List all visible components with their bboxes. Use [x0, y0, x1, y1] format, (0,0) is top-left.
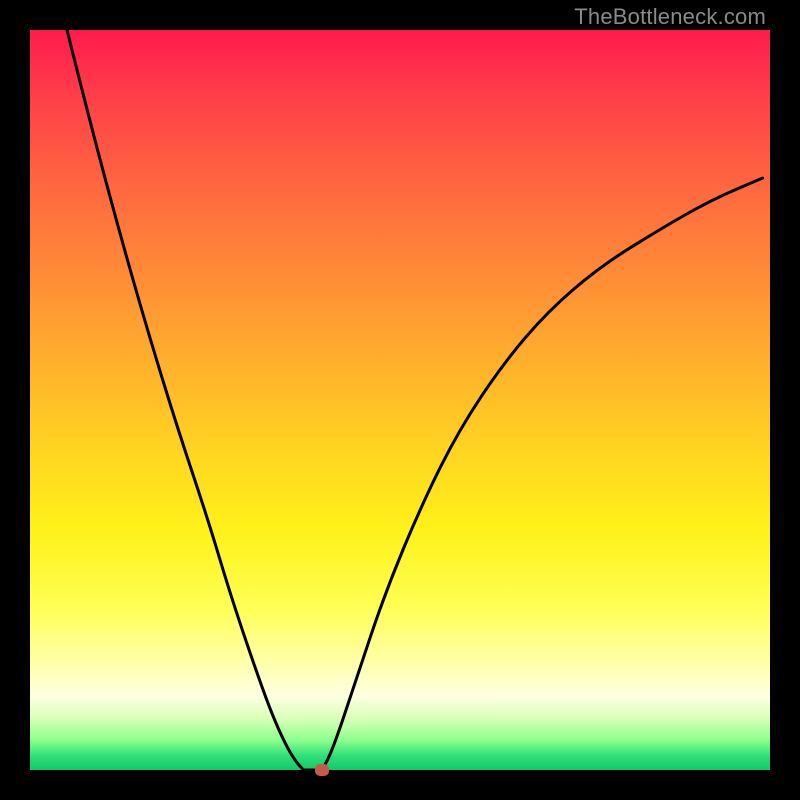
frame-left	[0, 0, 30, 800]
frame-bottom	[0, 770, 800, 800]
frame-top	[0, 0, 800, 30]
optimal-marker	[315, 764, 329, 776]
bottleneck-curve	[30, 30, 770, 770]
curve-path	[67, 30, 763, 770]
plot-area	[30, 30, 770, 770]
frame-right	[770, 0, 800, 800]
